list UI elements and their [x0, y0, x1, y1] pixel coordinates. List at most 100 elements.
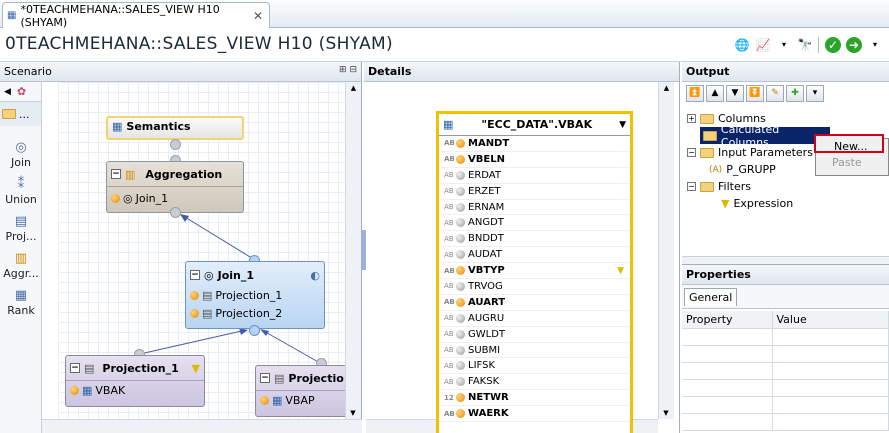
vbak-table-node[interactable]: ▦ "ECC_DATA".VBAK ▼ AB MANDT AB VBELN AB ERDA… — [436, 111, 633, 433]
table-column-row[interactable]: AB ERZET — [439, 184, 630, 200]
context-paste[interactable]: Paste — [816, 153, 888, 169]
projection1-node[interactable]: − ▤ Projection_1 ▼ ▦ VBAK — [65, 355, 205, 407]
table-column-row[interactable]: AB WAERK — [439, 406, 630, 423]
editor-tab[interactable]: ▦ *0TEACHMEHANA::SALES_VIEW H10 (SHYAM) … — [2, 2, 270, 29]
edit-icon[interactable]: ✎ — [766, 85, 784, 102]
table-column-row[interactable]: AB AUGRU — [439, 311, 630, 327]
unselected-column-icon[interactable] — [456, 202, 465, 212]
table-icon: ▦ — [82, 384, 93, 397]
move-down-icon[interactable]: ▼ — [726, 85, 744, 102]
canvas-hscrollbar[interactable] — [42, 419, 362, 433]
aggregation-node[interactable]: − ▥ Aggregation ◎ Join_1 — [106, 161, 244, 213]
table-column-row[interactable]: AB AUDAT — [439, 247, 630, 264]
collapse-icon[interactable]: − — [111, 169, 121, 179]
unselected-column-icon[interactable] — [456, 361, 465, 371]
selected-column-icon[interactable] — [456, 154, 465, 164]
activate-icon[interactable]: ➜ — [846, 37, 862, 53]
type-icon: AB — [444, 314, 454, 323]
table-column-row[interactable]: AB ERDAT — [439, 168, 630, 184]
details-header: Details — [364, 62, 679, 82]
unselected-column-icon[interactable] — [456, 345, 465, 355]
add-icon[interactable]: ✚ — [786, 85, 804, 102]
type-icon: AB — [444, 250, 454, 259]
move-bottom-icon[interactable]: ⏬ — [746, 85, 764, 102]
table-column-row[interactable]: 12 NETWR — [439, 390, 630, 407]
binoculars-icon[interactable]: 🔭 — [797, 37, 813, 53]
unselected-column-icon[interactable] — [456, 218, 465, 228]
unselected-column-icon[interactable] — [456, 313, 465, 323]
unselected-column-icon[interactable] — [456, 186, 465, 196]
table-column-row[interactable]: AB TRVOG — [439, 279, 630, 295]
connector-dot[interactable] — [249, 325, 260, 336]
aggregation-icon: ▥ — [14, 251, 28, 266]
unselected-column-icon[interactable] — [456, 377, 465, 387]
selected-column-icon[interactable] — [456, 297, 465, 307]
collapse-left-icon[interactable]: ◀ — [4, 87, 11, 97]
selected-column-icon[interactable] — [456, 266, 465, 276]
table-column-row[interactable]: AB LIFSK — [439, 358, 630, 375]
table-column-row[interactable]: AB FAKSK — [439, 374, 630, 391]
selected-column-icon[interactable] — [456, 409, 465, 419]
table-column-row[interactable]: AB VBELN — [439, 152, 630, 168]
scroll-up-icon[interactable]: ▲ — [346, 84, 361, 92]
tab-general[interactable]: General — [684, 288, 738, 306]
palette-join[interactable]: ◎ Join — [0, 140, 42, 169]
semantics-node[interactable]: ▦ Semantics — [106, 116, 244, 140]
details-scrollbar[interactable]: ▲ ▼ — [658, 82, 674, 419]
table-column-row[interactable]: AB GWLDT — [439, 327, 630, 343]
projection2-node[interactable]: − ▤ Projectio ▦ VBAP — [255, 365, 346, 417]
table-column-row[interactable]: AB MANDT — [439, 136, 630, 152]
unselected-column-icon[interactable] — [456, 250, 465, 260]
scroll-down-icon[interactable]: ▼ — [346, 409, 360, 417]
table-column-row[interactable]: AB BNDDT — [439, 231, 630, 248]
canvas-scrollbar[interactable]: ▲ ▼ — [345, 82, 361, 419]
scenario-canvas[interactable]: ▦ Semantics − ▥ Aggregation ◎ Join_1 − ◎… — [58, 82, 346, 419]
expand-icon[interactable]: + — [687, 114, 696, 123]
collapse-icon[interactable]: − — [260, 373, 270, 383]
table-column-row[interactable]: AB VBTYP ▼ — [439, 263, 630, 280]
connector-dot[interactable] — [170, 207, 181, 218]
details-splitter[interactable] — [362, 230, 366, 270]
chevron-down-icon[interactable]: ▾ — [867, 37, 883, 53]
unselected-column-icon[interactable] — [456, 281, 465, 291]
chevron-down-icon[interactable]: ▾ — [806, 85, 824, 102]
unselected-column-icon[interactable] — [456, 170, 465, 180]
join-node[interactable]: − ◎ Join_1 ◐ ▤ Projection_1 ▤ Projection… — [185, 261, 325, 329]
tree-filters[interactable]: − Filters — [687, 178, 877, 195]
table-column-row[interactable]: AB ERNAM — [439, 200, 630, 216]
collapse-icon[interactable]: − — [190, 270, 200, 280]
palette-union[interactable]: ⁑ Union — [0, 177, 42, 206]
panel-controls: ⊞ ⊟ — [339, 65, 357, 75]
chart-icon[interactable]: 📈 — [755, 37, 771, 53]
palette-aggregation[interactable]: ▥ Aggr... — [0, 251, 42, 280]
move-top-icon[interactable]: ⏫ — [686, 85, 704, 102]
palette-rank[interactable]: ▦ Rank — [0, 288, 42, 317]
collapse-icon[interactable]: − — [70, 363, 80, 373]
unselected-column-icon[interactable] — [456, 234, 465, 244]
collapse-icon[interactable]: − — [687, 182, 696, 191]
collapse-icon[interactable]: − — [687, 148, 696, 157]
palette-folder-label[interactable]: ... — [19, 108, 30, 121]
scroll-up-icon[interactable]: ▲ — [659, 84, 674, 92]
palette-splitter[interactable] — [42, 82, 58, 433]
table-column-row[interactable]: AB AUART — [439, 295, 630, 311]
table-column-row[interactable]: AB ANGDT — [439, 215, 630, 232]
selected-column-icon[interactable] — [456, 138, 465, 148]
close-icon[interactable]: ✕ — [253, 9, 263, 23]
unselected-column-icon[interactable] — [456, 329, 465, 339]
tree-expression[interactable]: ▼ Expression — [687, 195, 877, 212]
palette-projection[interactable]: ▤ Proj... — [0, 214, 42, 243]
globe-icon[interactable]: 🌐 — [734, 37, 750, 53]
move-up-icon[interactable]: ▲ — [706, 85, 724, 102]
column-name: TRVOG — [468, 280, 503, 292]
tree-calculated-columns[interactable]: Calculated Columns — [700, 123, 830, 149]
table-column-row[interactable]: AB SUBMI — [439, 343, 630, 359]
chevron-down-icon[interactable]: ▼ — [619, 120, 626, 130]
output-properties-splitter[interactable] — [682, 256, 889, 264]
context-new[interactable]: New... — [814, 134, 884, 153]
chevron-down-icon[interactable]: ▾ — [776, 37, 792, 53]
selected-column-icon[interactable] — [456, 393, 465, 403]
scroll-down-icon[interactable]: ▼ — [659, 409, 673, 417]
validate-icon[interactable]: ✓ — [825, 37, 841, 53]
connector-dot[interactable] — [170, 139, 181, 150]
